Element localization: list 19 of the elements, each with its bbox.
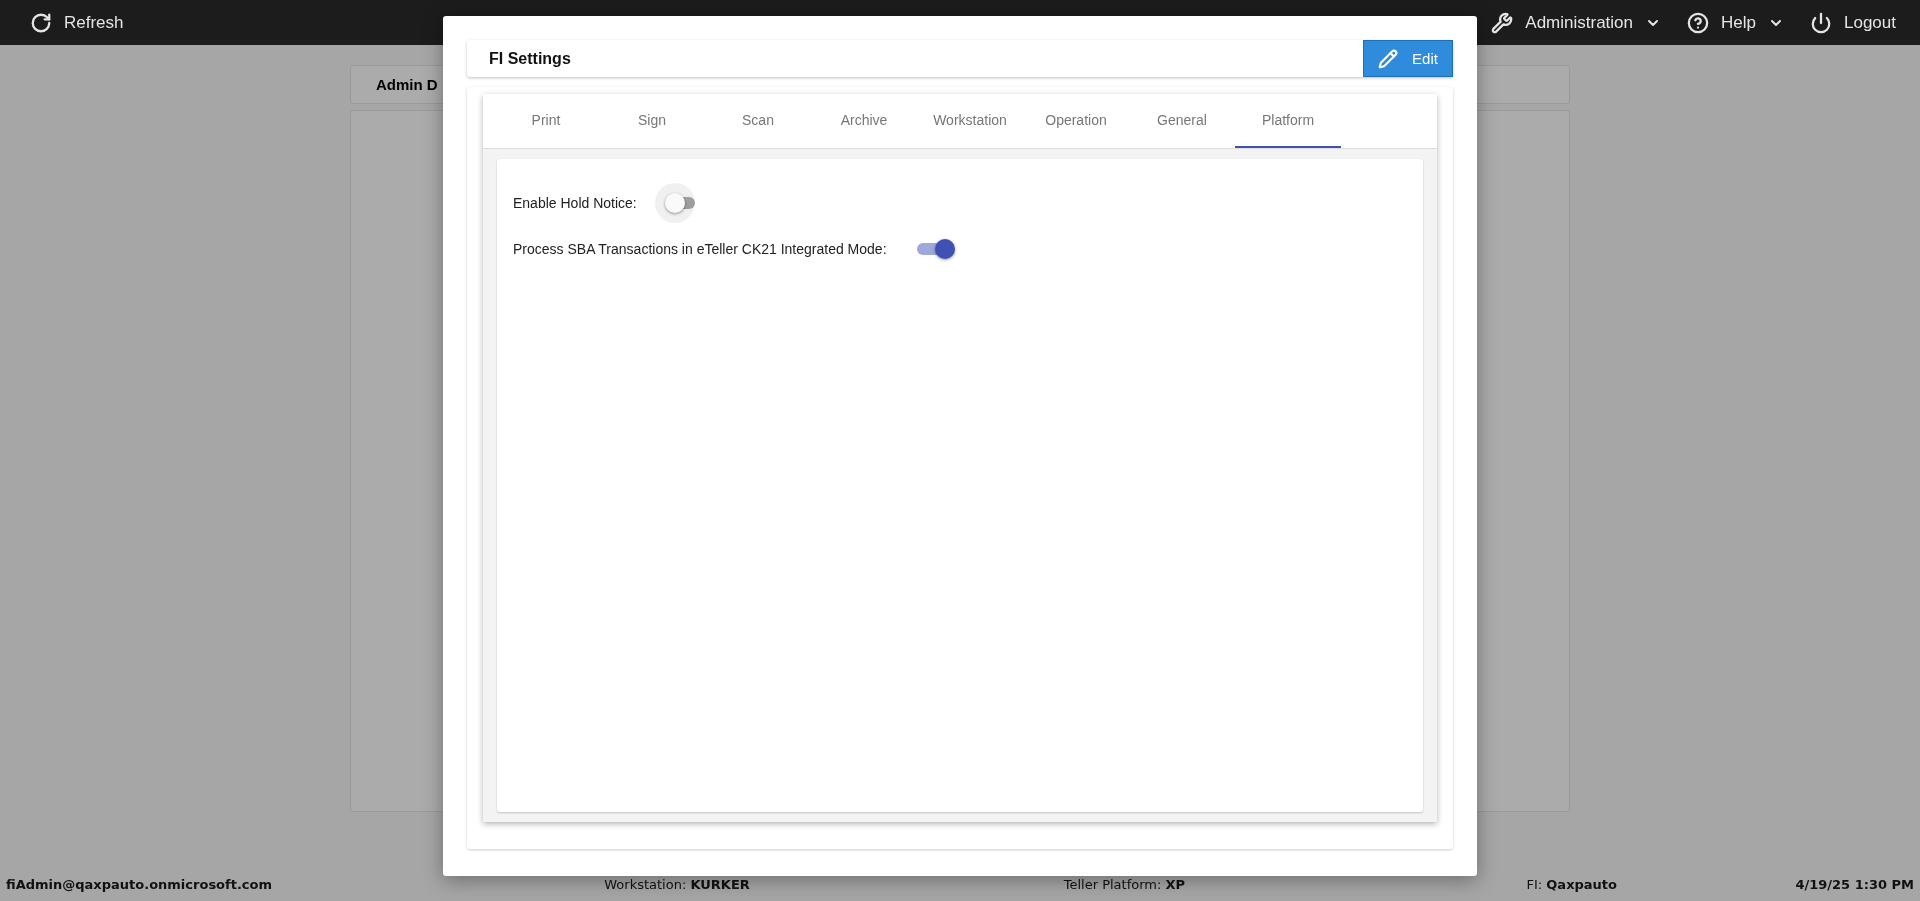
nav-menu-item[interactable]: Administration xyxy=(1491,11,1662,34)
refresh-button[interactable]: Refresh xyxy=(30,11,124,34)
fi-info: FI: Qaxpauto xyxy=(1526,876,1617,892)
pencil-icon xyxy=(1378,48,1399,69)
nav-menu-item[interactable]: Help xyxy=(1687,11,1784,34)
edit-button[interactable]: Edit xyxy=(1363,40,1453,77)
refresh-icon xyxy=(30,11,52,34)
user-email: fiAdmin@qaxpauto.onmicrosoft.com xyxy=(6,876,273,892)
setting-label: Enable Hold Notice: xyxy=(513,195,637,211)
dialog-title: FI Settings xyxy=(489,49,571,68)
platform-info: Teller Platform: XP xyxy=(1063,876,1186,892)
workstation-info: Workstation: KURKER xyxy=(604,876,750,892)
tab[interactable]: Platform xyxy=(1235,94,1341,148)
setting-label: Process SBA Transactions in eTeller CK21 Integrated Mode: xyxy=(513,241,887,257)
nav-menu-item[interactable]: Logout xyxy=(1810,11,1896,34)
power-icon xyxy=(1810,11,1832,34)
wrench-icon xyxy=(1491,11,1514,34)
help-icon xyxy=(1687,11,1710,34)
date-time: 4/19/25 1:30 PM xyxy=(1795,876,1914,892)
